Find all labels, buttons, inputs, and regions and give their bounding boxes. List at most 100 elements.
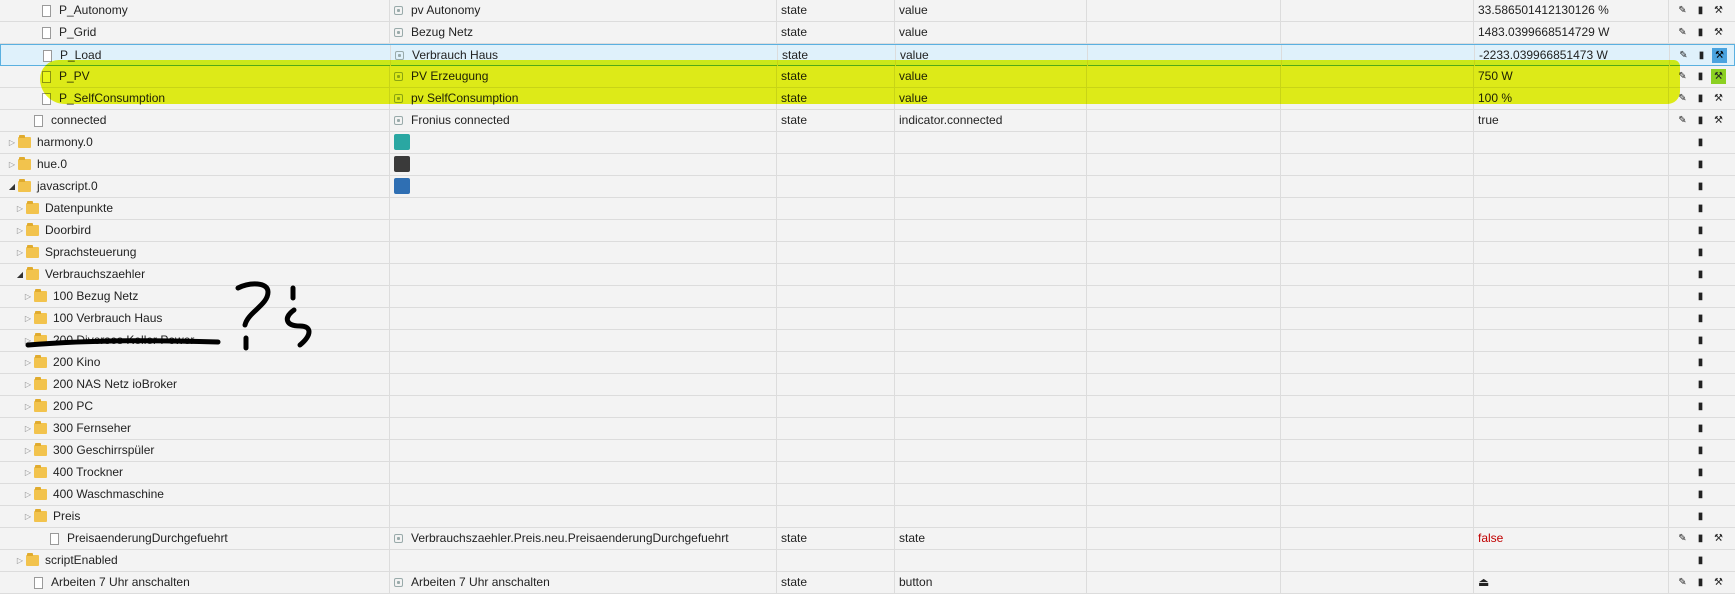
edit-icon[interactable]: ✎ [1675,3,1690,18]
value-cell[interactable] [1474,484,1669,505]
tree-row[interactable]: ▷ Preis ▮ [0,506,1735,528]
value-cell[interactable] [1474,374,1669,395]
expand-toggle-icon[interactable]: ▷ [22,352,34,373]
trash-icon[interactable]: ▮ [1693,399,1708,414]
wrench-icon[interactable]: ⚒ [1711,113,1726,128]
wrench-icon[interactable]: ⚒ [1711,91,1726,106]
tree-row[interactable]: ◢ javascript.0 ▮ [0,176,1735,198]
trash-icon[interactable]: ▮ [1693,69,1708,84]
trash-icon[interactable]: ▮ [1693,267,1708,282]
value-cell[interactable]: false [1474,528,1669,549]
trash-icon[interactable]: ▮ [1693,421,1708,436]
trash-icon[interactable]: ▮ [1694,48,1709,63]
tree-row[interactable]: ◢ Verbrauchszaehler ▮ [0,264,1735,286]
expand-toggle-icon[interactable]: ▷ [14,198,26,219]
edit-icon[interactable]: ✎ [1675,113,1690,128]
value-cell[interactable]: 1483.0399668514729 W [1474,22,1669,43]
trash-icon[interactable]: ▮ [1693,223,1708,238]
trash-icon[interactable]: ▮ [1693,311,1708,326]
tree-row[interactable]: P_Grid Bezug Netz state value 1483.039966851… [0,22,1735,44]
expand-toggle-icon[interactable]: ▷ [22,396,34,417]
tree-row[interactable]: ▷ Datenpunkte ▮ [0,198,1735,220]
value-cell[interactable] [1474,506,1669,527]
edit-icon[interactable]: ✎ [1676,48,1691,63]
wrench-icon[interactable]: ⚒ [1711,3,1726,18]
tree-row[interactable]: ▷ 200 Kino ▮ [0,352,1735,374]
value-cell[interactable] [1474,462,1669,483]
value-cell[interactable] [1474,286,1669,307]
expand-toggle-icon[interactable]: ▷ [6,132,18,153]
tree-row[interactable]: ▷ 400 Trockner ▮ [0,462,1735,484]
trash-icon[interactable]: ▮ [1693,157,1708,172]
expand-toggle-icon[interactable]: ▷ [22,506,34,527]
value-cell[interactable] [1474,154,1669,175]
value-cell[interactable]: 750 W [1474,66,1669,87]
expand-toggle-icon[interactable]: ▷ [22,308,34,329]
value-cell[interactable] [1474,396,1669,417]
expand-toggle-icon[interactable]: ▷ [14,220,26,241]
value-cell[interactable] [1474,330,1669,351]
value-cell[interactable] [1474,352,1669,373]
expand-toggle-icon[interactable]: ▷ [22,374,34,395]
trash-icon[interactable]: ▮ [1693,575,1708,590]
tree-row[interactable]: ▷ 200 Diverses Keller Power ▮ [0,330,1735,352]
trash-icon[interactable]: ▮ [1693,531,1708,546]
trash-icon[interactable]: ▮ [1693,113,1708,128]
expand-toggle-icon[interactable]: ▷ [14,550,26,571]
trash-icon[interactable]: ▮ [1693,201,1708,216]
edit-icon[interactable]: ✎ [1675,25,1690,40]
value-cell[interactable]: true [1474,110,1669,131]
trash-icon[interactable]: ▮ [1693,355,1708,370]
trash-icon[interactable]: ▮ [1693,509,1708,524]
collapse-toggle-icon[interactable]: ◢ [6,176,18,197]
tree-row[interactable]: ▷ harmony.0 ▮ [0,132,1735,154]
tree-row[interactable]: ▷ 200 NAS Netz ioBroker ▮ [0,374,1735,396]
expand-toggle-icon[interactable]: ▷ [22,484,34,505]
tree-row[interactable]: connected Fronius connected state indicator… [0,110,1735,132]
value-cell[interactable] [1474,418,1669,439]
tree-row[interactable]: ▷ Doorbird ▮ [0,220,1735,242]
tree-row[interactable]: Arbeiten 7 Uhr anschalten Arbeiten 7 Uhr … [0,572,1735,594]
value-cell[interactable] [1474,132,1669,153]
tree-row[interactable]: ▷ 200 PC ▮ [0,396,1735,418]
tree-row[interactable]: P_Autonomy pv Autonomy state value 33.586501… [0,0,1735,22]
trash-icon[interactable]: ▮ [1693,25,1708,40]
trash-icon[interactable]: ▮ [1693,333,1708,348]
wrench-icon[interactable]: ⚒ [1711,531,1726,546]
expand-toggle-icon[interactable]: ▷ [14,242,26,263]
value-cell[interactable] [1474,176,1669,197]
tree-row[interactable]: P_Load Verbrauch Haus state value -2233.0399… [0,44,1735,66]
value-cell[interactable]: 100 % [1474,88,1669,109]
tree-row[interactable]: ▷ 300 Geschirrspüler ▮ [0,440,1735,462]
value-cell[interactable]: ⏏ [1474,572,1669,593]
value-cell[interactable] [1474,440,1669,461]
edit-icon[interactable]: ✎ [1675,91,1690,106]
value-cell[interactable] [1474,198,1669,219]
expand-toggle-icon[interactable]: ▷ [22,330,34,351]
value-cell[interactable] [1474,264,1669,285]
trash-icon[interactable]: ▮ [1693,487,1708,502]
trash-icon[interactable]: ▮ [1693,245,1708,260]
edit-icon[interactable]: ✎ [1675,531,1690,546]
expand-toggle-icon[interactable]: ▷ [6,154,18,175]
trash-icon[interactable]: ▮ [1693,553,1708,568]
expand-toggle-icon[interactable]: ▷ [22,286,34,307]
trash-icon[interactable]: ▮ [1693,3,1708,18]
wrench-icon[interactable]: ⚒ [1711,25,1726,40]
value-cell[interactable] [1474,308,1669,329]
value-cell[interactable] [1474,242,1669,263]
value-cell[interactable] [1474,550,1669,571]
wrench-icon[interactable]: ⚒ [1711,575,1726,590]
trash-icon[interactable]: ▮ [1693,179,1708,194]
value-cell[interactable]: 33.586501412130126 % [1474,0,1669,21]
tree-row[interactable]: ▷ 100 Verbrauch Haus ▮ [0,308,1735,330]
tree-row[interactable]: P_PV PV Erzeugung state value 750 W ✎ ▮ ⚒ [0,66,1735,88]
wrench-icon[interactable]: ⚒ [1712,48,1727,63]
trash-icon[interactable]: ▮ [1693,91,1708,106]
tree-row[interactable]: ▷ 100 Bezug Netz ▮ [0,286,1735,308]
trash-icon[interactable]: ▮ [1693,289,1708,304]
tree-row[interactable]: ▷ Sprachsteuerung ▮ [0,242,1735,264]
expand-toggle-icon[interactable]: ▷ [22,440,34,461]
value-cell[interactable]: -2233.039966851473 W [1475,45,1670,66]
tree-row[interactable]: ▷ hue.0 ▮ [0,154,1735,176]
